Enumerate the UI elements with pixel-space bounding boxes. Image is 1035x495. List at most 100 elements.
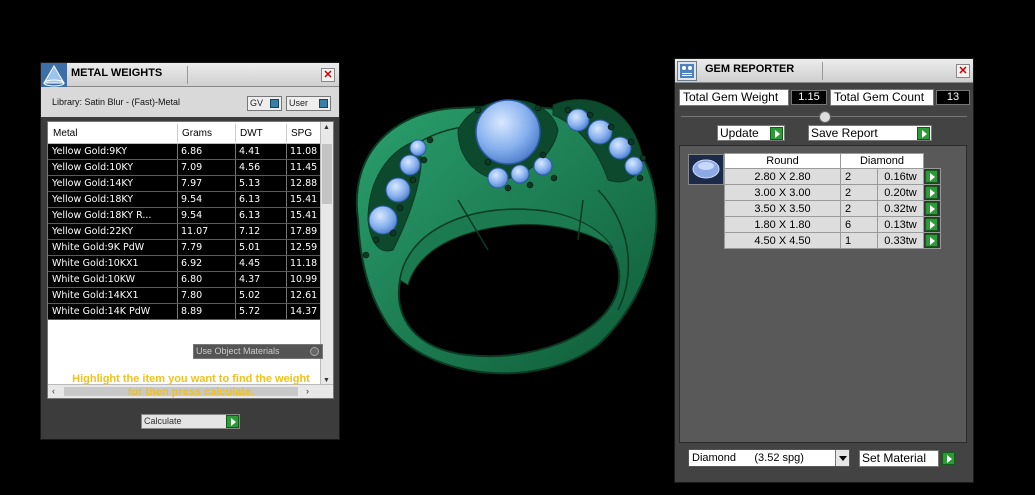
- metal-cell-grams: 7.09: [181, 162, 203, 173]
- select-gem-icon[interactable]: [925, 202, 938, 215]
- user-toggle-knob: [319, 99, 328, 108]
- select-gem-icon[interactable]: [925, 218, 938, 231]
- metal-cell-metal: Yellow Gold:9KY: [52, 146, 128, 157]
- metal-table-row[interactable]: Yellow Gold:14KY 7.97 5.13 12.88: [48, 176, 322, 192]
- metal-table-row[interactable]: White Gold:9K PdW 7.79 5.01 12.59: [48, 240, 322, 256]
- select-gem-icon[interactable]: [925, 170, 938, 183]
- collapse-handle[interactable]: [819, 111, 831, 123]
- select-gem-icon[interactable]: [925, 186, 938, 199]
- metal-table-row[interactable]: Yellow Gold:10KY 7.09 4.56 11.45: [48, 160, 322, 176]
- gem-table-row[interactable]: 3.50 X 3.50 2 0.32tw: [724, 200, 941, 217]
- gem: [608, 136, 632, 160]
- gem-cell-size: 4.50 X 4.50: [724, 232, 841, 249]
- close-icon[interactable]: ✕: [321, 68, 335, 82]
- gem-list-area: Round Diamond 2.80 X 2.80 2 0.16tw 3.00 X 3…: [679, 145, 967, 443]
- scroll-up-icon[interactable]: ▲: [323, 124, 330, 131]
- metal-cell-metal: White Gold:10KW: [52, 274, 136, 285]
- metal-table-row[interactable]: Yellow Gold:18KY R... 9.54 6.13 15.41: [48, 208, 322, 224]
- cell-divider: [177, 240, 178, 255]
- titlebar-divider: [187, 66, 188, 84]
- metal-table-row[interactable]: White Gold:14K PdW 8.89 5.72 14.37: [48, 304, 322, 320]
- cell-divider: [286, 240, 287, 255]
- gem-table-row[interactable]: 2.80 X 2.80 2 0.16tw: [724, 168, 941, 185]
- gem-cell-size: 3.50 X 3.50: [724, 200, 841, 217]
- scroll-thumb[interactable]: [322, 144, 332, 204]
- metal-table-row[interactable]: White Gold:10KW 6.80 4.37 10.99: [48, 272, 322, 288]
- metal-cell-dwt: 5.13: [239, 178, 261, 189]
- col-header-spg[interactable]: SPG: [291, 128, 312, 139]
- cell-divider: [177, 144, 178, 159]
- metal-cell-grams: 9.54: [181, 210, 203, 221]
- select-gem-icon[interactable]: [925, 234, 938, 247]
- gem-table-row[interactable]: 3.00 X 3.00 2 0.20tw: [724, 184, 941, 201]
- gem-row-action[interactable]: [923, 200, 941, 217]
- cell-divider: [286, 272, 287, 287]
- use-object-materials-radio[interactable]: [310, 347, 319, 356]
- library-label: Library: Satin Blur - (Fast)-Metal: [52, 97, 181, 107]
- cell-divider: [235, 272, 236, 287]
- total-gem-count-label: Total Gem Count: [830, 89, 934, 106]
- metal-cell-spg: 12.61: [290, 290, 318, 301]
- use-object-materials-option[interactable]: Use Object Materials: [193, 344, 323, 359]
- user-toggle-label: User: [289, 98, 309, 108]
- cell-divider: [177, 288, 178, 303]
- chevron-down-icon[interactable]: [835, 450, 849, 466]
- cell-divider: [177, 224, 178, 239]
- user-toggle[interactable]: User: [286, 96, 331, 111]
- cell-divider: [286, 192, 287, 207]
- cell-divider: [177, 192, 178, 207]
- gem-thumbnail[interactable]: [688, 154, 724, 185]
- gem-row-action[interactable]: [923, 216, 941, 233]
- cell-divider: [235, 208, 236, 223]
- cell-divider: [177, 256, 178, 271]
- close-icon[interactable]: ✕: [956, 64, 970, 78]
- metal-cell-metal: Yellow Gold:18KY R...: [52, 210, 152, 221]
- library-bar: Library: Satin Blur - (Fast)-Metal GV Us…: [41, 87, 339, 117]
- metal-cell-grams: 7.97: [181, 178, 203, 189]
- metal-table-row[interactable]: Yellow Gold:22KY 11.07 7.12 17.89: [48, 224, 322, 240]
- gem-table-row[interactable]: 1.80 X 1.80 6 0.13tw: [724, 216, 941, 233]
- metal-table-body: Yellow Gold:9KY 6.86 4.41 11.08 Yellow Gold:…: [48, 144, 322, 320]
- gem-reporter-titlebar[interactable]: GEM REPORTER ✕: [675, 59, 973, 83]
- cell-divider: [286, 288, 287, 303]
- save-report-go-icon[interactable]: [917, 127, 930, 140]
- cell-divider: [235, 256, 236, 271]
- gem: [533, 156, 553, 176]
- metal-cell-metal: White Gold:14K PdW: [52, 306, 151, 317]
- gem-table-row[interactable]: 4.50 X 4.50 1 0.33tw: [724, 232, 941, 249]
- use-object-materials-label: Use Object Materials: [196, 346, 280, 356]
- metal-table-row[interactable]: Yellow Gold:18KY 9.54 6.13 15.41: [48, 192, 322, 208]
- gem-row-action[interactable]: [923, 232, 941, 249]
- col-header-metal[interactable]: Metal: [53, 128, 77, 139]
- material-select-value: Diamond (3.52 spg): [692, 452, 804, 464]
- set-material-button[interactable]: Set Material: [859, 450, 955, 467]
- metal-cell-spg: 15.41: [290, 210, 318, 221]
- total-gem-count-value: 13: [936, 90, 970, 105]
- ring-3d-viewport[interactable]: [338, 70, 670, 390]
- cell-divider: [286, 304, 287, 319]
- metal-table-row[interactable]: White Gold:14KX1 7.80 5.02 12.61: [48, 288, 322, 304]
- cell-divider: [235, 240, 236, 255]
- col-header-grams[interactable]: Grams: [182, 128, 212, 139]
- material-select[interactable]: Diamond (3.52 spg): [688, 449, 850, 467]
- gem-reporter-panel: GEM REPORTER ✕ Total Gem Weight 1.15 Tot…: [674, 58, 974, 483]
- cell-divider: [177, 208, 178, 223]
- calculate-field[interactable]: Calculate: [141, 414, 240, 429]
- set-material-go-icon[interactable]: [942, 452, 955, 465]
- metal-weights-title: METAL WEIGHTS: [71, 67, 163, 79]
- update-go-icon[interactable]: [770, 127, 783, 140]
- metal-table-row[interactable]: Yellow Gold:9KY 6.86 4.41 11.08: [48, 144, 322, 160]
- col-header-dwt[interactable]: DWT: [240, 128, 263, 139]
- update-button[interactable]: Update: [717, 125, 785, 141]
- gv-toggle[interactable]: GV: [247, 96, 282, 111]
- gem-cell-weight: 0.13tw: [877, 216, 924, 233]
- gem-row-action[interactable]: [923, 168, 941, 185]
- calculate-go-icon[interactable]: [226, 415, 239, 428]
- metal-weights-titlebar[interactable]: METAL WEIGHTS ✕: [41, 63, 339, 89]
- gem: [409, 139, 427, 157]
- metal-table-row[interactable]: White Gold:10KX1 6.92 4.45 11.18: [48, 256, 322, 272]
- gem-row-action[interactable]: [923, 184, 941, 201]
- cell-divider: [286, 256, 287, 271]
- metal-cell-dwt: 6.13: [239, 194, 261, 205]
- save-report-button[interactable]: Save Report: [808, 125, 932, 141]
